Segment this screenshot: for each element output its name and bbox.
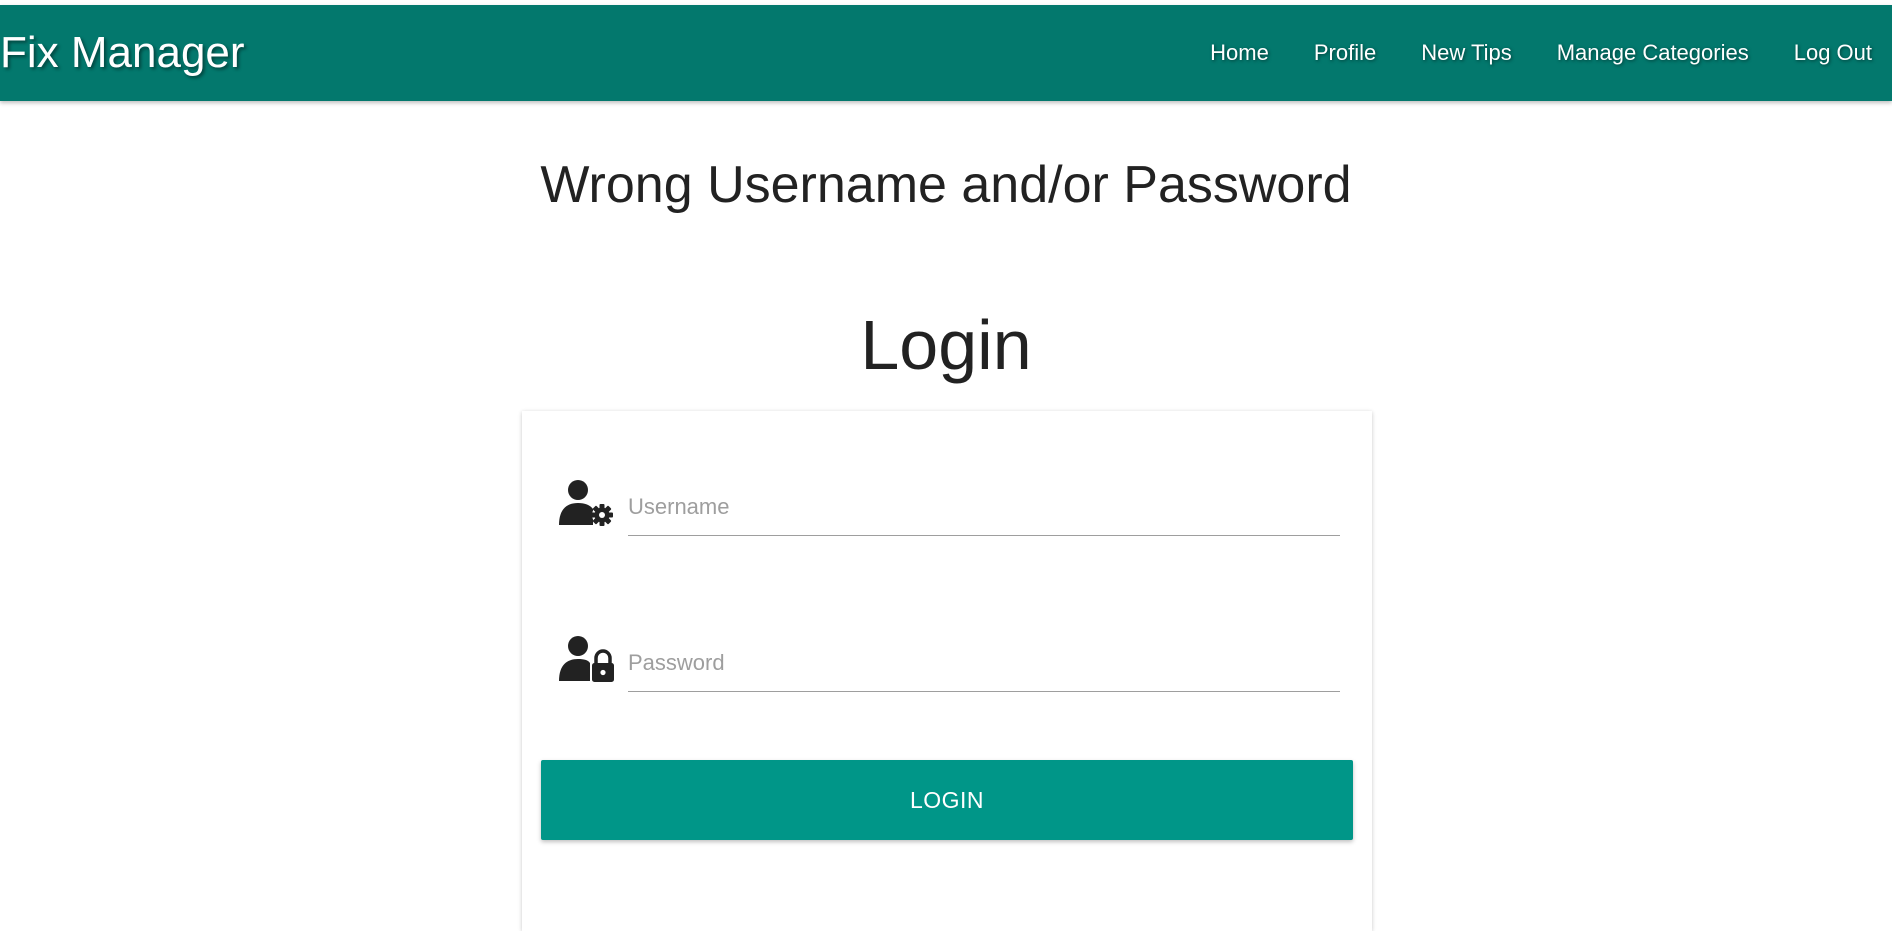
- top-navbar: Fix Manager Home Profile New Tips Manage…: [0, 5, 1892, 101]
- nav-link-manage-categories[interactable]: Manage Categories: [1557, 40, 1749, 66]
- password-field: [558, 635, 1340, 695]
- error-message: Wrong Username and/or Password: [540, 156, 1352, 214]
- brand-logo-link[interactable]: Fix Manager: [0, 5, 245, 101]
- username-field: [558, 479, 1340, 539]
- login-button[interactable]: LOGIN: [541, 760, 1353, 840]
- nav-link-log-out[interactable]: Log Out: [1794, 40, 1872, 66]
- password-input[interactable]: [628, 635, 1340, 692]
- nav-link-home[interactable]: Home: [1210, 40, 1269, 66]
- nav-links: Home Profile New Tips Manage Categories …: [1165, 5, 1872, 101]
- nav-link-new-tips[interactable]: New Tips: [1421, 40, 1511, 66]
- login-card: LOGIN: [522, 411, 1372, 931]
- username-input[interactable]: [628, 479, 1340, 536]
- user-lock-icon: [559, 636, 614, 682]
- user-gear-icon: [559, 480, 613, 526]
- nav-link-profile[interactable]: Profile: [1314, 40, 1376, 66]
- login-title: Login: [860, 306, 1032, 384]
